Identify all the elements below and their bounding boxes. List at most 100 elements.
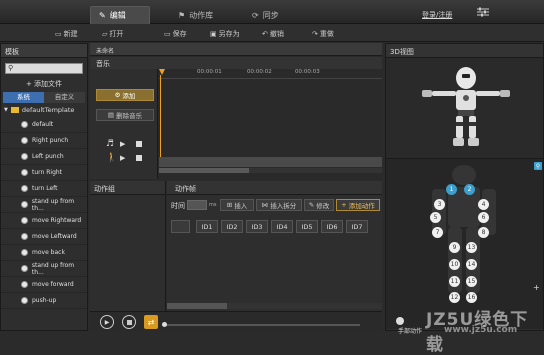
play-button[interactable]: ▶: [100, 315, 114, 329]
timeline-scrollbar[interactable]: [159, 168, 382, 173]
template-item[interactable]: Left punch: [1, 149, 87, 165]
joint-id-cell[interactable]: ID7: [346, 220, 368, 233]
loop-button[interactable]: ⇄: [144, 315, 158, 329]
redo-button[interactable]: ↷ 重做: [312, 28, 334, 40]
joint-button[interactable]: 10: [449, 259, 460, 270]
joint-button[interactable]: 13: [466, 242, 477, 253]
3d-view-title: 3D视图: [386, 44, 543, 58]
time-input[interactable]: [187, 200, 207, 210]
settings-sliders-icon[interactable]: [476, 6, 490, 18]
template-item[interactable]: push-up: [1, 293, 87, 309]
joint-button[interactable]: 8: [478, 227, 489, 238]
template-root-folder[interactable]: ▼ defaultTemplate: [1, 103, 87, 117]
delete-music-button[interactable]: ▤ 删除音乐: [96, 109, 154, 121]
joint-button[interactable]: 2: [464, 184, 475, 195]
zoom-in-icon[interactable]: +: [533, 283, 540, 292]
edit-icon: ✎: [99, 11, 106, 20]
tab-custom[interactable]: 自定义: [44, 92, 85, 103]
template-item[interactable]: turn Left: [1, 181, 87, 197]
action-play-button[interactable]: ▶: [120, 154, 125, 162]
tab-action-library[interactable]: ⚑ 动作库: [170, 6, 230, 24]
joint-id-cell[interactable]: ID1: [196, 220, 218, 233]
modify-button[interactable]: ✎ 修改: [304, 199, 334, 211]
joint-button[interactable]: 14: [466, 259, 477, 270]
joint-id-cell[interactable]: ID5: [296, 220, 318, 233]
open-button[interactable]: ▱ 打开: [102, 28, 123, 40]
joint-button[interactable]: 16: [466, 292, 477, 303]
insert-icon: ⊞: [226, 201, 233, 209]
ruler-tick-label: 00:00:02: [247, 69, 272, 75]
template-item[interactable]: default: [1, 117, 87, 133]
music-stop-button[interactable]: [136, 141, 142, 147]
template-item[interactable]: move forward: [1, 277, 87, 293]
add-action-button[interactable]: + 添加动作: [336, 199, 380, 211]
joint-button[interactable]: 11: [449, 276, 460, 287]
template-item[interactable]: stand up from th...: [1, 197, 87, 213]
template-item-label: push-up: [32, 297, 57, 304]
action-frame-title: 动作帧: [167, 181, 382, 195]
joint-button[interactable]: 3: [434, 199, 445, 210]
person-toggle-icon[interactable]: ⚲: [534, 162, 542, 170]
template-item-label: Left punch: [32, 153, 64, 160]
robot-action-icon: [21, 297, 28, 304]
joint-button[interactable]: 9: [449, 242, 460, 253]
joint-id-cell[interactable]: ID6: [321, 220, 343, 233]
template-item[interactable]: turn Right: [1, 165, 87, 181]
music-timeline[interactable]: 00:00:01 00:00:02 00:00:03: [159, 69, 382, 179]
joint-button[interactable]: 4: [478, 199, 489, 210]
playhead-line: [160, 75, 161, 157]
joint-id-cell[interactable]: ID2: [221, 220, 243, 233]
undo-icon: ↶: [262, 30, 268, 38]
joint-button[interactable]: 1: [446, 184, 457, 195]
joint-id-cell[interactable]: ID4: [271, 220, 293, 233]
playback-progress-track[interactable]: [162, 324, 360, 326]
undo-button[interactable]: ↶ 撤销: [262, 28, 284, 40]
robot-action-icon: [21, 265, 28, 272]
template-item[interactable]: move Rightward: [1, 213, 87, 229]
add-music-button[interactable]: ⚙ 添加: [96, 89, 154, 101]
music-play-button[interactable]: ▶: [120, 140, 125, 148]
insert-button[interactable]: ⊞ 插入: [220, 199, 254, 211]
collapse-arrow-icon: ▼: [4, 107, 8, 113]
template-item-label: move back: [32, 249, 65, 256]
action-track[interactable]: [159, 157, 382, 167]
folder-icon: ▱: [102, 30, 108, 38]
template-item[interactable]: Right punch: [1, 133, 87, 149]
sync-icon: ⟳: [252, 10, 259, 20]
tab-edit[interactable]: ✎ 编辑: [90, 6, 150, 24]
tab-sync[interactable]: ⟳ 同步: [244, 6, 294, 24]
joint-id-cell[interactable]: ID3: [246, 220, 268, 233]
template-item[interactable]: move Leftward: [1, 229, 87, 245]
template-item[interactable]: stand up from th...: [1, 261, 87, 277]
frame-scrollbar[interactable]: [167, 303, 382, 309]
robot-3d-viewport[interactable]: [386, 58, 543, 158]
ruler-tick-label: 00:00:03: [295, 69, 320, 75]
template-item[interactable]: move back: [1, 245, 87, 261]
joint-button[interactable]: 5: [430, 212, 441, 223]
joint-button[interactable]: 7: [432, 227, 443, 238]
playback-bar: ▶ ⇄: [90, 311, 382, 331]
stop-button[interactable]: [122, 315, 136, 329]
insert-split-button[interactable]: ⋈ 插入拆分: [256, 199, 302, 211]
joint-button[interactable]: 6: [478, 212, 489, 223]
frame-row-header: [171, 220, 190, 233]
tab-system[interactable]: 系统: [3, 92, 44, 103]
pencil-icon: ✎: [308, 201, 315, 209]
save-as-button[interactable]: ▣ 另存为: [210, 28, 240, 40]
save-icon: ▭: [164, 30, 171, 38]
login-link[interactable]: 登录/注册: [422, 10, 452, 20]
new-button[interactable]: ▭ 新建: [55, 28, 78, 40]
playback-progress-handle[interactable]: [162, 322, 167, 327]
action-group-panel: 动作组: [90, 181, 166, 311]
template-search-input[interactable]: ⚲: [5, 63, 83, 74]
add-file-button[interactable]: + 添加文件: [1, 79, 87, 89]
template-sidebar: 模板 ⚲ + 添加文件 系统 自定义 ▼ defaultTemplate def…: [0, 43, 88, 331]
joint-button[interactable]: 15: [466, 276, 477, 287]
robot-action-icon: [21, 185, 28, 192]
action-stop-button[interactable]: [136, 155, 142, 161]
save-button[interactable]: ▭ 保存: [164, 28, 187, 40]
hand-toggle-radio[interactable]: [396, 317, 404, 325]
music-note-icon: ♬: [106, 139, 115, 149]
robot-silhouette-icon: [432, 165, 496, 293]
joint-button[interactable]: 12: [449, 292, 460, 303]
